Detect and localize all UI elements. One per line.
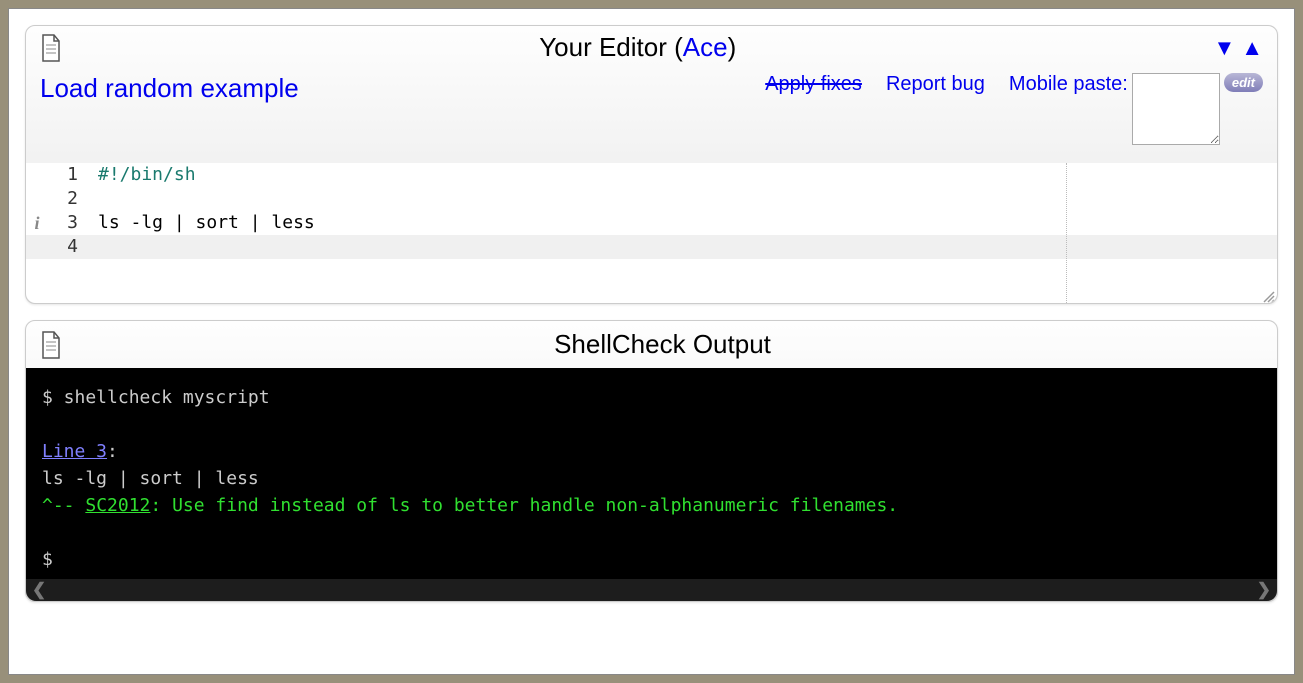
code-line[interactable]: 2 — [26, 187, 1277, 211]
line-colon: : — [107, 441, 118, 462]
gutter-info-icon — [26, 163, 48, 187]
collapse-up-icon[interactable]: ▲ — [1241, 35, 1263, 61]
apply-fixes-link[interactable]: Apply fixes — [765, 73, 862, 96]
line-number: 1 — [48, 163, 94, 187]
scroll-right-icon[interactable]: ❯ — [1257, 580, 1271, 600]
line-number: 4 — [48, 235, 94, 259]
gutter-info-icon[interactable]: i — [26, 211, 48, 235]
terminal-scrollbar[interactable]: ❮ ❯ — [26, 579, 1277, 601]
source-line: ls -lg | sort | less — [42, 468, 259, 489]
editor-title: Your Editor (Ace) — [62, 32, 1213, 63]
editor-panel: Your Editor (Ace) ▼ ▲ Load random exampl… — [25, 25, 1278, 304]
mobile-paste: Mobile paste: edit — [1009, 73, 1263, 145]
editor-header: Your Editor (Ace) ▼ ▲ — [26, 26, 1277, 63]
edit-button[interactable]: edit — [1224, 73, 1263, 92]
editor-subheader: Load random example Apply fixes Report b… — [26, 63, 1277, 163]
triangle-controls: ▼ ▲ — [1213, 35, 1263, 61]
header-links: Apply fixes Report bug Mobile paste: edi… — [765, 73, 1263, 145]
shell-command: $ shellcheck myscript — [42, 387, 270, 408]
document-icon — [40, 34, 62, 62]
code-text[interactable]: #!/bin/sh — [96, 163, 1277, 187]
terminal-output: $ shellcheck myscript Line 3: ls -lg | s… — [26, 368, 1277, 579]
code-line-empty[interactable] — [26, 281, 1277, 303]
line-number: 2 — [48, 187, 94, 211]
mobile-paste-input[interactable] — [1132, 73, 1220, 145]
report-bug-link[interactable]: Report bug — [886, 73, 985, 96]
code-text[interactable] — [96, 235, 1277, 259]
page-wrapper: Your Editor (Ace) ▼ ▲ Load random exampl… — [8, 8, 1295, 675]
output-panel: ShellCheck Output $ shellcheck myscript … — [25, 320, 1278, 602]
ace-link[interactable]: Ace — [683, 32, 728, 62]
load-example-link[interactable]: Load random example — [40, 73, 299, 104]
code-line[interactable]: 1#!/bin/sh — [26, 163, 1277, 187]
code-line-empty[interactable] — [26, 259, 1277, 281]
line-number: 3 — [48, 211, 94, 235]
code-text[interactable]: ls -lg | sort | less — [96, 211, 1277, 235]
scroll-left-icon[interactable]: ❮ — [32, 580, 46, 600]
fold-guide — [1066, 163, 1067, 303]
mobile-paste-label: Mobile paste: — [1009, 73, 1128, 96]
final-prompt: $ — [42, 549, 53, 570]
code-line[interactable]: 4 — [26, 235, 1277, 259]
editor-title-suffix: ) — [728, 32, 737, 62]
code-editor[interactable]: 1#!/bin/sh2i3ls -lg | sort | less4 — [26, 163, 1277, 303]
editor-title-prefix: Your Editor ( — [539, 32, 683, 62]
gutter-info-icon — [26, 187, 48, 211]
output-title: ShellCheck Output — [62, 329, 1263, 360]
line-link[interactable]: Line 3 — [42, 441, 107, 462]
collapse-down-icon[interactable]: ▼ — [1213, 35, 1235, 61]
sc-code-link[interactable]: SC2012 — [85, 495, 150, 516]
caret-prefix: ^-- — [42, 495, 85, 516]
output-header: ShellCheck Output — [26, 321, 1277, 368]
gutter-info-icon — [26, 235, 48, 259]
resize-grip-icon[interactable] — [1261, 287, 1275, 301]
code-text[interactable] — [96, 187, 1277, 211]
sc-message: : Use find instead of ls to better handl… — [150, 495, 898, 516]
code-line[interactable]: i3ls -lg | sort | less — [26, 211, 1277, 235]
document-icon — [40, 331, 62, 359]
